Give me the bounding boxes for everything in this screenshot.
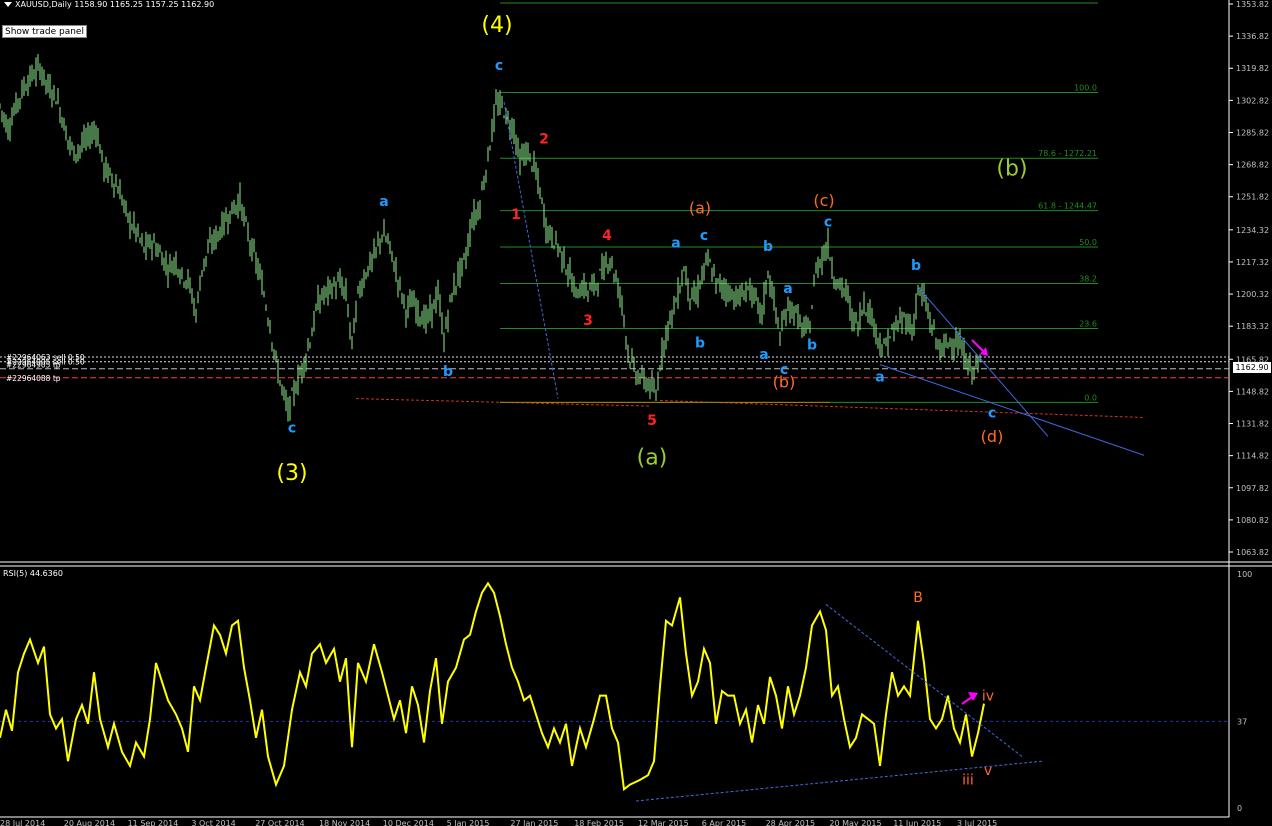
- fib-level-label: 100.0: [1074, 83, 1097, 92]
- wave-label: a: [783, 281, 792, 297]
- rsi-wave-label: iv: [982, 688, 994, 704]
- price-tick-label: 1353.82: [1236, 0, 1269, 9]
- time-tick-label: 11 Sep 2014: [128, 819, 179, 826]
- price-tick-label: 1319.82: [1236, 64, 1269, 73]
- time-tick-label: 20 Aug 2014: [64, 819, 115, 826]
- order-label: #22964088 tp: [6, 374, 61, 383]
- price-tick-label: 1183.32: [1236, 322, 1269, 331]
- current-price-tag: 1162.90: [1233, 362, 1271, 373]
- rsi-tick-label: 37: [1237, 717, 1247, 726]
- price-tick-label: 1302.82: [1236, 96, 1269, 105]
- time-tick-label: 20 May 2015: [829, 819, 881, 826]
- wave-label: (a): [689, 198, 711, 217]
- wave-label: c: [495, 58, 503, 74]
- rsi-trend-line: [825, 604, 1023, 757]
- wave-label: c: [780, 362, 788, 378]
- rsi-wave-label: B: [913, 590, 923, 606]
- wave-label: 3: [583, 313, 593, 329]
- time-tick-label: 3 Oct 2014: [191, 819, 235, 826]
- time-tick-label: 6 Apr 2015: [702, 819, 746, 826]
- wave-label: c: [288, 421, 296, 437]
- wave-label: 2: [539, 131, 549, 147]
- wave-label: 5: [647, 413, 657, 429]
- wave-label: (b): [996, 157, 1027, 182]
- time-tick-label: 5 Jan 2015: [447, 819, 490, 826]
- chart-canvas: 1353.82 1336.82 1319.82 1302.82 1285.82 1268.…: [0, 0, 1272, 826]
- wave-label: (d): [981, 427, 1004, 446]
- show-trade-panel-button[interactable]: Show trade panel: [2, 25, 87, 38]
- time-tick-label: 12 Mar 2015: [638, 819, 689, 826]
- price-tick-label: 1148.82: [1236, 387, 1269, 396]
- wave-label: b: [807, 337, 817, 353]
- symbol-header: XAUUSD,Daily 1158.90 1165.25 1157.25 116…: [0, 0, 214, 10]
- fib-level-label: 61.8 - 1244.47: [1038, 202, 1097, 211]
- fib-level-label: 78.6 - 1272.21: [1038, 149, 1097, 158]
- wave-label: c: [988, 405, 996, 421]
- wave-label: b: [911, 258, 921, 274]
- wave-label: b: [443, 364, 453, 380]
- wave-label: b: [763, 239, 773, 255]
- time-tick-label: 3 Jul 2015: [957, 819, 997, 826]
- time-tick-label: 18 Nov 2014: [319, 819, 370, 826]
- rsi-wave-label: iii: [962, 773, 974, 789]
- time-tick-label: 27 Jan 2015: [510, 819, 558, 826]
- wave-label: b: [695, 336, 705, 352]
- price-tick-label: 1131.82: [1236, 420, 1269, 429]
- support-line: [659, 399, 1145, 418]
- price-tick-label: 1251.82: [1236, 193, 1269, 202]
- price-tick-label: 1285.82: [1236, 128, 1269, 137]
- trend-line: [503, 101, 559, 399]
- price-tick-label: 1217.32: [1236, 258, 1269, 267]
- price-tick-label: 1063.82: [1236, 548, 1269, 557]
- price-tick-label: 1097.82: [1236, 484, 1269, 493]
- wave-label: a: [671, 235, 680, 251]
- arrow-shaft: [971, 339, 985, 353]
- price-tick-label: 1200.32: [1236, 290, 1269, 299]
- fib-level-label: 0.0: [1084, 393, 1097, 402]
- time-tick-label: 28 Jul 2014: [0, 819, 45, 826]
- fib-level-label: 38.2: [1079, 275, 1097, 284]
- dropdown-triangle-icon[interactable]: [4, 2, 12, 7]
- rsi-tick-label: 100: [1237, 570, 1252, 579]
- fib-level-label: 50.0: [1079, 238, 1097, 247]
- time-tick-label: 10 Dec 2014: [383, 819, 434, 826]
- price-tick-label: 1268.82: [1236, 161, 1269, 170]
- rsi-wave-label: v: [984, 763, 992, 779]
- rsi-tick-label: 0: [1237, 804, 1242, 813]
- order-label: #22964905 tp: [6, 361, 61, 370]
- wave-label: c: [824, 215, 832, 231]
- time-tick-label: 18 Feb 2015: [574, 819, 624, 826]
- rsi-title: RSI(5) 44.6360: [3, 569, 63, 578]
- price-tick-label: 1234.32: [1236, 226, 1269, 235]
- fib-level-label: 23.6: [1079, 319, 1097, 328]
- wave-label: 1: [511, 207, 521, 223]
- wave-label: (c): [813, 191, 834, 210]
- rsi-trend-line: [635, 760, 1043, 802]
- wave-label: (4): [481, 13, 512, 38]
- price-tick-label: 1080.82: [1236, 516, 1269, 525]
- rsi-line: [0, 581, 985, 792]
- wave-label: (a): [637, 446, 668, 471]
- time-tick-label: 27 Oct 2014: [255, 819, 304, 826]
- wave-label: a: [875, 370, 884, 386]
- time-tick-label: 28 Apr 2015: [766, 819, 815, 826]
- wave-label: 4: [602, 228, 612, 244]
- wave-label: a: [759, 347, 768, 363]
- wave-label: c: [700, 228, 708, 244]
- arrow-shaft: [961, 696, 973, 705]
- time-tick-label: 11 Jun 2015: [893, 819, 941, 826]
- wave-label: a: [379, 194, 388, 210]
- symbol-line: XAUUSD,Daily 1158.90 1165.25 1157.25 116…: [15, 0, 215, 9]
- price-tick-label: 1336.82: [1236, 32, 1269, 41]
- wave-label: (3): [276, 461, 307, 486]
- price-tick-label: 1114.82: [1236, 452, 1269, 461]
